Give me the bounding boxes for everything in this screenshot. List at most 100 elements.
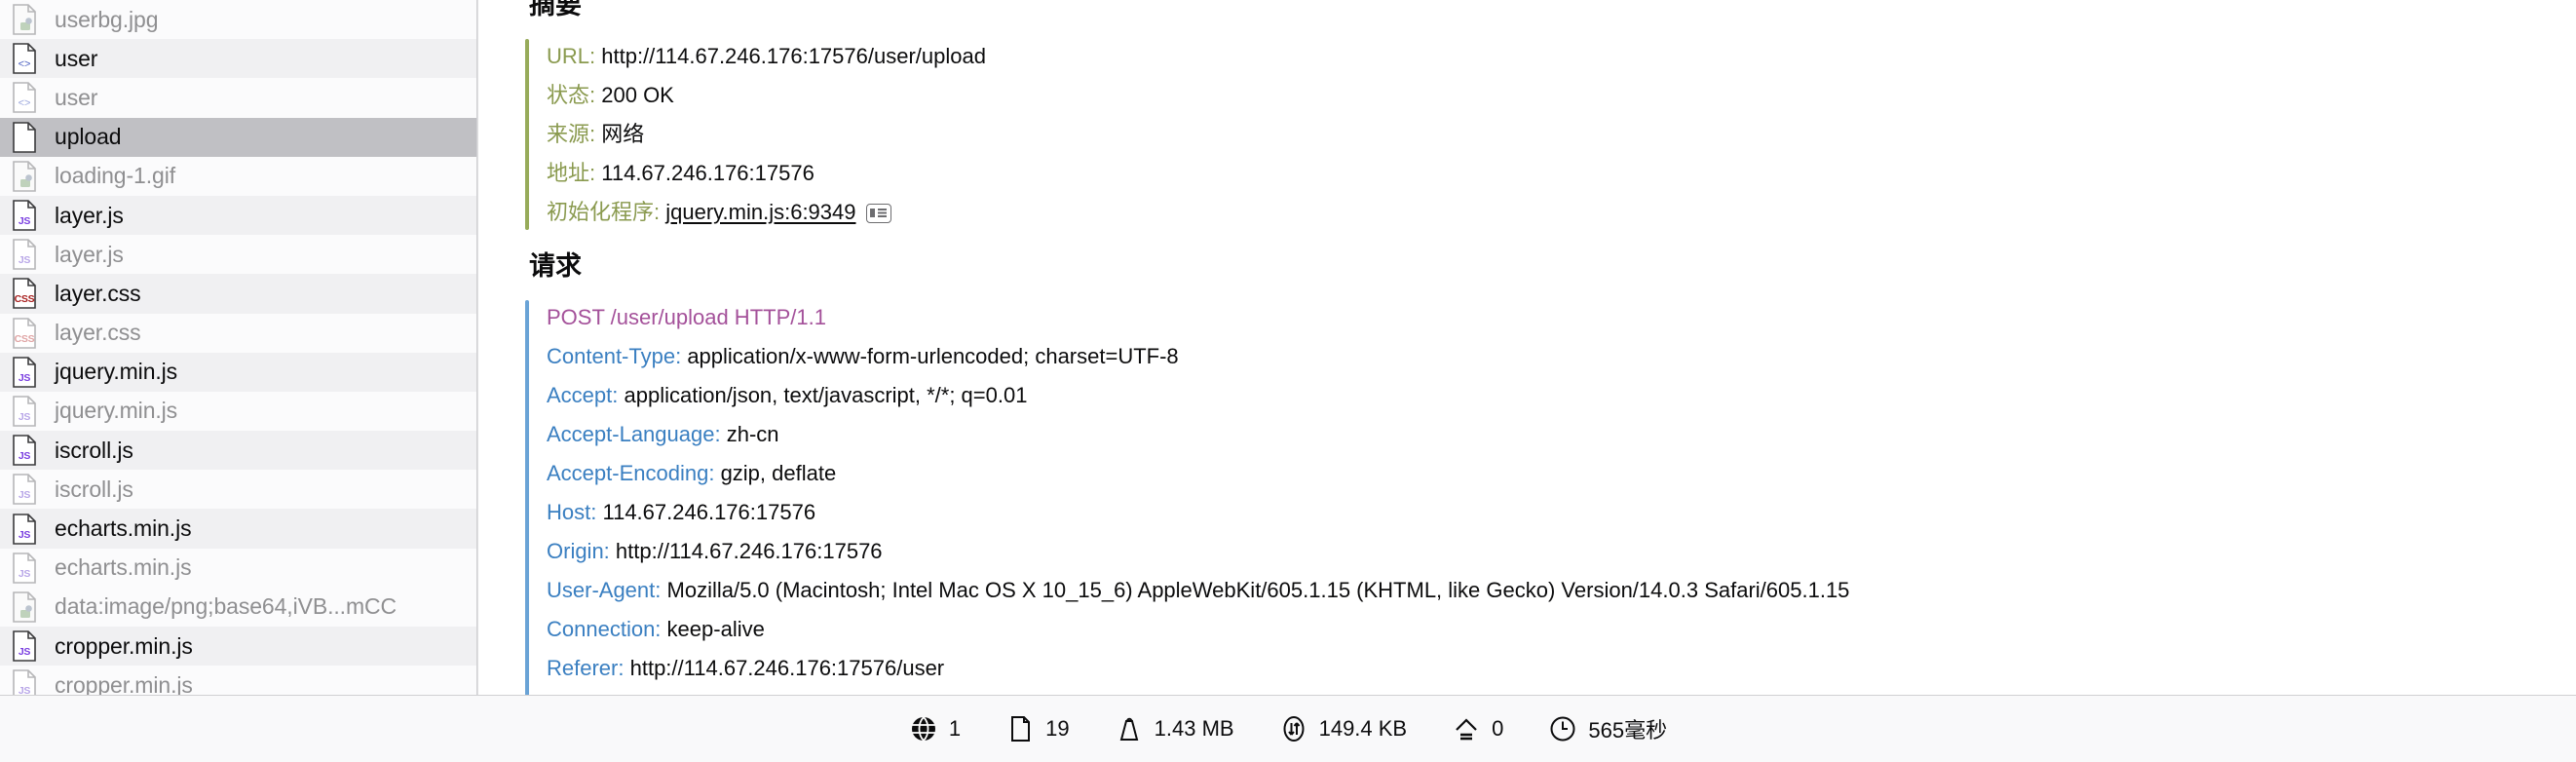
transfer-icon [1279,714,1308,743]
request-header-key: Accept-Encoding: [547,461,715,485]
status-item: 1.43 MB [1115,714,1234,743]
request-header-value: gzip, deflate [720,461,837,485]
request-header-key: User-Agent: [547,578,662,602]
globe-icon [909,714,938,743]
request-list-item-label: user [55,45,98,71]
request-list-item[interactable]: JS layer.js [0,195,476,236]
request-header-value: Mozilla/5.0 (Macintosh; Intel Mac OS X 1… [666,578,1850,602]
request-header-row: Connection: keep-alive [547,610,2576,649]
summary-value: 200 OK [601,83,674,107]
summary-row: 地址: 114.67.246.176:17576 [547,154,2576,193]
network-request-list[interactable]: userbg.jpg <> user <> user upload loading-1.gi… [0,0,477,695]
status-item-value: 149.4 KB [1318,716,1408,741]
cache-icon [1452,714,1481,743]
request-header-row: Accept-Language: zh-cn [547,415,2576,454]
request-header-row: Origin: http://114.67.246.176:17576 [547,532,2576,571]
stack-trace-icon[interactable] [865,204,891,224]
request-list-item-label: cropper.min.js [55,671,193,695]
request-list-item-label: user [55,84,98,110]
status-item-value: 19 [1045,716,1070,741]
request-list-item-label: layer.css [55,320,141,346]
status-item-value: 1.43 MB [1154,716,1234,741]
request-header-value: 114.67.246.176:17576 [602,500,816,524]
request-list-item[interactable]: JS iscroll.js [0,470,476,509]
request-list-item[interactable]: <> user [0,39,476,79]
request-list-item[interactable]: userbg.jpg [0,0,476,39]
summary-key: 状态: [547,83,596,107]
request-header-value: zh-cn [726,422,779,446]
summary-key: URL: [547,44,596,68]
request-list-item-label: layer.js [55,202,124,228]
request-list-item[interactable]: loading-1.gif [0,157,476,196]
request-list-item[interactable]: JS echarts.min.js [0,509,476,549]
request-header-key: Content-Type: [547,344,682,368]
request-list-item[interactable]: JS layer.js [0,235,476,274]
clock-icon [1548,714,1577,743]
status-item: 19 [1005,714,1070,743]
status-item-value: 0 [1492,716,1504,741]
request-header-value: http://114.67.246.176:17576 [615,539,883,563]
request-list-item[interactable]: JS iscroll.js [0,431,476,471]
request-list-item-label: upload [55,124,122,150]
status-bar: 1 19 1.43 MB 149.4 KB 0 565毫秒 [0,695,2576,762]
request-list-item[interactable]: JS cropper.min.js [0,666,476,695]
request-header-key: Host: [547,500,597,524]
request-list-item-label: iscroll.js [55,476,133,502]
weight-icon [1115,714,1144,743]
summary-value: 114.67.246.176:17576 [601,161,814,185]
request-header-row: Content-Length: 183167 [547,688,2576,695]
request-header-key: Accept-Language: [547,422,721,446]
request-list-item[interactable]: JS echarts.min.js [0,549,476,588]
request-list-item-label: userbg.jpg [55,6,159,32]
status-item-value: 1 [948,716,962,741]
request-list-item[interactable]: CSS layer.css [0,314,476,353]
request-headers-block: POST /user/upload HTTP/1.1 Content-Type: … [525,298,2576,695]
request-header-key: Referer: [547,656,625,680]
summary-key: 来源: [547,122,596,146]
request-header-row: Referer: http://114.67.246.176:17576/use… [547,649,2576,688]
request-header-value: keep-alive [666,617,765,641]
summary-value: http://114.67.246.176:17576/user/upload [601,44,986,68]
request-header-row: Accept: application/json, text/javascrip… [547,376,2576,415]
summary-row: URL: http://114.67.246.176:17576/user/up… [547,37,2576,76]
summary-section-title: 摘要 [529,0,582,19]
request-line: POST /user/upload HTTP/1.1 [547,305,826,329]
status-item: 149.4 KB [1279,714,1408,743]
request-list-item[interactable]: upload [0,117,476,157]
request-list-item-label: jquery.min.js [55,398,178,424]
summary-row: 状态: 200 OK [547,76,2576,115]
request-section-title: 请求 [529,251,582,281]
request-header-row: Accept-Encoding: gzip, deflate [547,454,2576,493]
file-icon [1005,714,1035,743]
request-header-value: application/x-www-form-urlencoded; chars… [687,344,1179,368]
main-content-area: userbg.jpg <> user <> user upload loading-1.gi… [0,0,2576,695]
request-list-item-label: layer.js [55,241,124,267]
network-monitor-window: userbg.jpg <> user <> user upload loading-1.gi… [0,0,2576,762]
status-item: 1 [909,714,961,743]
request-list-item[interactable]: JS cropper.min.js [0,627,476,667]
request-list-item[interactable]: CSS layer.css [0,274,476,314]
request-list-item[interactable]: JS jquery.min.js [0,392,476,431]
request-list-item-label: iscroll.js [55,437,133,463]
request-list-item-label: cropper.min.js [55,632,193,659]
request-list-item[interactable]: <> user [0,78,476,117]
request-list-item[interactable]: JS jquery.min.js [0,352,476,392]
summary-block: URL: http://114.67.246.176:17576/user/up… [525,37,2576,232]
request-header-row: Host: 114.67.246.176:17576 [547,493,2576,532]
status-item-value: 565毫秒 [1588,718,1668,743]
initiator-key: 初始化程序: [547,200,661,224]
request-list-item-label: echarts.min.js [55,554,192,581]
request-list-item[interactable]: data:image/png;base64,iVB...mCC [0,588,476,627]
initiator-link[interactable]: jquery.min.js:6:9349 [665,200,855,224]
summary-row: 来源: 网络 [547,115,2576,154]
request-list-item-label: jquery.min.js [55,359,178,385]
request-header-row: User-Agent: Mozilla/5.0 (Macintosh; Inte… [547,571,2576,610]
request-header-value: http://114.67.246.176:17576/user [629,656,945,680]
request-list-item-label: loading-1.gif [55,163,176,189]
request-header-key: Origin: [547,539,610,563]
request-list-item-label: layer.css [55,280,141,306]
svg-text:<>: <> [19,97,31,109]
request-header-key: Connection: [547,617,662,641]
request-header-row: Content-Type: application/x-www-form-url… [547,337,2576,376]
request-header-key: Accept: [547,383,619,407]
